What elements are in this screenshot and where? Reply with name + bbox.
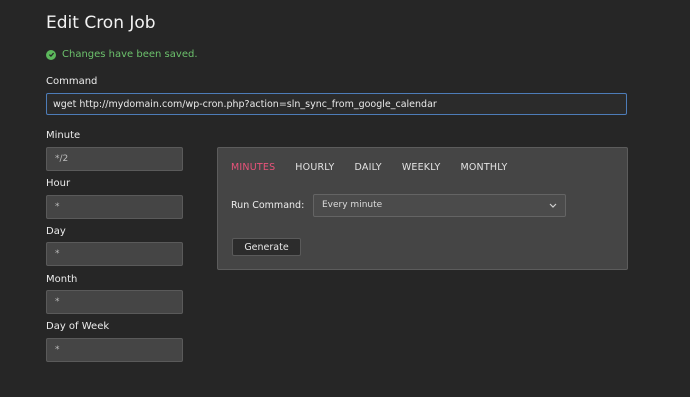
generate-button[interactable]: Generate [232, 238, 301, 256]
cron-generator-panel: MINUTES HOURLY DAILY WEEKLY MONTHLY Run … [217, 147, 628, 270]
tab-weekly[interactable]: WEEKLY [402, 162, 441, 173]
minute-field[interactable] [46, 147, 183, 171]
day-of-week-label: Day of Week [46, 321, 110, 332]
command-label: Command [46, 76, 98, 87]
tab-daily[interactable]: DAILY [355, 162, 382, 173]
page-title: Edit Cron Job [46, 13, 156, 33]
success-text: Changes have been saved. [62, 49, 198, 60]
hour-field[interactable] [46, 195, 183, 219]
month-field[interactable] [46, 290, 183, 314]
tab-minutes[interactable]: MINUTES [231, 162, 275, 173]
command-input[interactable] [46, 93, 627, 115]
month-label: Month [46, 274, 78, 285]
minute-label: Minute [46, 130, 81, 141]
success-message: Changes have been saved. [46, 49, 198, 60]
day-of-week-field[interactable] [46, 338, 183, 362]
generator-tabs: MINUTES HOURLY DAILY WEEKLY MONTHLY [231, 162, 507, 173]
day-label: Day [46, 226, 66, 237]
tab-hourly[interactable]: HOURLY [295, 162, 334, 173]
run-command-value: Every minute [322, 200, 383, 210]
day-field[interactable] [46, 242, 183, 266]
run-command-select[interactable]: Every minute [313, 194, 566, 217]
check-circle-icon [46, 49, 56, 60]
hour-label: Hour [46, 178, 71, 189]
tab-monthly[interactable]: MONTHLY [460, 162, 507, 173]
chevron-down-icon [549, 195, 557, 225]
run-command-label: Run Command: [231, 200, 305, 211]
